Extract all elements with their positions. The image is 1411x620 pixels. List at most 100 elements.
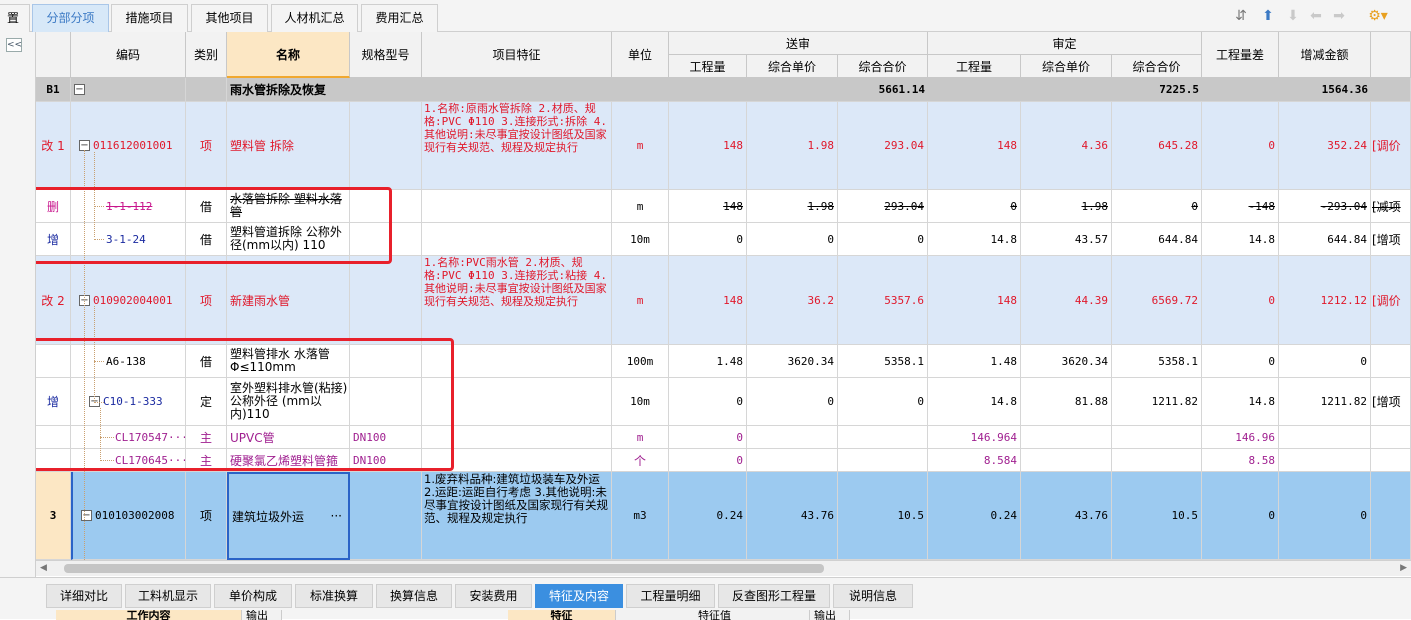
row-review-total[interactable]: 5358.1 [1112,345,1202,378]
row-review-qty[interactable]: 0.24 [928,472,1021,560]
row-code[interactable]: CL170547··· [71,426,186,449]
tab-other-items[interactable]: 其他项目 [191,4,268,32]
header-submit-total[interactable]: 综合合价 [838,55,928,78]
collapse-icon[interactable]: − [74,84,85,95]
row-submit-unit-price[interactable]: 1.98 [747,190,838,223]
row-submit-qty[interactable]: 0 [669,378,747,426]
row-code[interactable]: CL170645··· [71,449,186,472]
row-submit-qty[interactable]: 148 [669,102,747,190]
row-qty-diff[interactable]: 0 [1202,345,1279,378]
row-unit[interactable]: m [612,190,669,223]
row-code[interactable]: 3-1-24 [71,223,186,256]
row-feature[interactable]: 1.废弃料品种:建筑垃圾装车及外运 2.运距:运距自行考虑 3.其他说明:未尽事… [422,472,612,560]
scrollbar-thumb[interactable] [64,564,824,573]
row-submit-unit-price[interactable]: 36.2 [747,256,838,345]
row-spec[interactable] [350,223,422,256]
row-review-total[interactable] [1112,426,1202,449]
btab-standard-conversion[interactable]: 标准换算 [295,584,373,608]
row-category[interactable]: 项 [186,102,227,190]
arrow-up-icon[interactable]: ⬆ [1259,8,1277,24]
header-feature[interactable]: 项目特征 [422,32,612,78]
table-row[interactable]: CL170645··· 主 硬聚氯乙烯塑料管箍 DN100 个 0 8.584 … [36,449,1411,472]
row-review-total[interactable]: 644.84 [1112,223,1202,256]
row-category[interactable] [186,78,227,102]
row-feature[interactable] [422,449,612,472]
row-spec[interactable] [350,190,422,223]
row-code[interactable]: − [71,78,186,102]
row-category[interactable]: 主 [186,426,227,449]
row-name[interactable]: 水落管拆除 塑料水落管 [227,190,350,223]
row-feature[interactable]: 1.名称:PVC雨水管 2.材质、规格:PVC Φ110 3.连接形式:粘接 4… [422,256,612,345]
collapse-icon[interactable]: − [81,510,92,521]
row-submit-qty[interactable]: 0 [669,426,747,449]
header-unit[interactable]: 单位 [612,32,669,78]
sort-icon[interactable]: ⇵ [1232,8,1250,24]
row-review-unit-price[interactable]: 44.39 [1021,256,1112,345]
row-name[interactable]: 雨水管拆除及恢复 [227,78,422,102]
row-submit-unit-price[interactable]: 1.98 [747,102,838,190]
table-row[interactable]: 删 1-1-112 借 水落管拆除 塑料水落管 m 148 1.98 293.0… [36,190,1411,223]
row-review-unit-price[interactable]: 4.36 [1021,102,1112,190]
row-name[interactable]: UPVC管 [227,426,350,449]
row-amount-diff[interactable]: 1212.12 [1279,256,1371,345]
row-code[interactable]: −011612001001 [71,102,186,190]
row-name[interactable]: 塑料管道拆除 公称外径(mm以内) 110 [227,223,350,256]
row-qty-diff[interactable]: 14.8 [1202,223,1279,256]
row-spec[interactable] [350,345,422,378]
header-amount-diff[interactable]: 增减金额 [1279,32,1371,78]
btab-features-content[interactable]: 特征及内容 [535,584,623,608]
header-qty-diff[interactable]: 工程量差 [1202,32,1279,78]
header-spec[interactable]: 规格型号 [350,32,422,78]
row-unit[interactable]: m3 [612,472,669,560]
row-spec[interactable] [350,102,422,190]
scroll-right-icon[interactable]: ▶ [1400,563,1407,573]
table-row-selected[interactable]: 3 −010103002008 项 建筑垃圾外运 ··· 1.废弃料品种:建筑垃圾… [36,472,1411,560]
row-review-total[interactable]: 7225.5 [1112,78,1202,102]
row-submit-total[interactable]: 10.5 [838,472,928,560]
header-code[interactable]: 编码 [71,32,186,78]
row-qty-diff[interactable]: 0 [1202,256,1279,345]
btab-detail-compare[interactable]: 详细对比 [46,584,122,608]
row-category[interactable]: 项 [186,256,227,345]
row-unit[interactable]: m [612,102,669,190]
table-row[interactable]: 改 1 −011612001001 项 塑料管 拆除 1.名称:原雨水管拆除 2… [36,102,1411,190]
row-spec[interactable] [350,378,422,426]
row-category[interactable]: 项 [186,472,227,560]
row-submit-qty[interactable] [669,78,838,102]
row-submit-total[interactable]: 0 [838,223,928,256]
row-submit-unit-price[interactable] [747,426,838,449]
row-amount-diff[interactable]: 352.24 [1279,102,1371,190]
row-submit-unit-price[interactable]: 43.76 [747,472,838,560]
row-unit[interactable] [612,78,669,102]
row-code[interactable]: A6-138 [71,345,186,378]
scroll-left-icon[interactable]: ◀ [40,563,47,573]
collapse-panel-button[interactable]: << [6,38,22,52]
row-review-qty[interactable]: 148 [928,102,1021,190]
tab-labor-material-summary[interactable]: 人材机汇总 [271,4,358,32]
horizontal-scrollbar[interactable]: ◀ ▶ [36,560,1411,576]
row-review-qty[interactable]: 146.964 [928,426,1021,449]
row-review-unit-price[interactable] [1021,426,1112,449]
btab-labor-material-display[interactable]: 工料机显示 [125,584,211,608]
row-qty-diff[interactable]: 146.96 [1202,426,1279,449]
row-name[interactable]: 塑料管排水 水落管 Φ≤110mm [227,345,350,378]
row-spec[interactable] [350,472,422,560]
row-review-unit-price[interactable]: 43.57 [1021,223,1112,256]
row-amount-diff[interactable]: 644.84 [1279,223,1371,256]
row-review-qty[interactable]: 8.584 [928,449,1021,472]
row-review-unit-price[interactable]: 81.88 [1021,378,1112,426]
row-feature[interactable] [422,426,612,449]
row-submit-qty[interactable]: 0 [669,449,747,472]
settings-dropdown-icon[interactable]: ⚙▾ [1365,8,1391,24]
header-submit-unit-price[interactable]: 综合单价 [747,55,838,78]
row-submit-qty[interactable]: 0.24 [669,472,747,560]
row-category[interactable]: 主 [186,449,227,472]
row-qty-diff[interactable]: -148 [1202,190,1279,223]
row-unit[interactable]: 10m [612,378,669,426]
row-category[interactable]: 借 [186,223,227,256]
row-submit-total[interactable]: 0 [838,378,928,426]
table-row[interactable]: CL170547··· 主 UPVC管 DN100 m 0 146.964 14… [36,426,1411,449]
btab-installation-cost[interactable]: 安装费用 [455,584,532,608]
row-spec[interactable]: DN100 [350,426,422,449]
row-amount-diff[interactable] [1279,449,1371,472]
